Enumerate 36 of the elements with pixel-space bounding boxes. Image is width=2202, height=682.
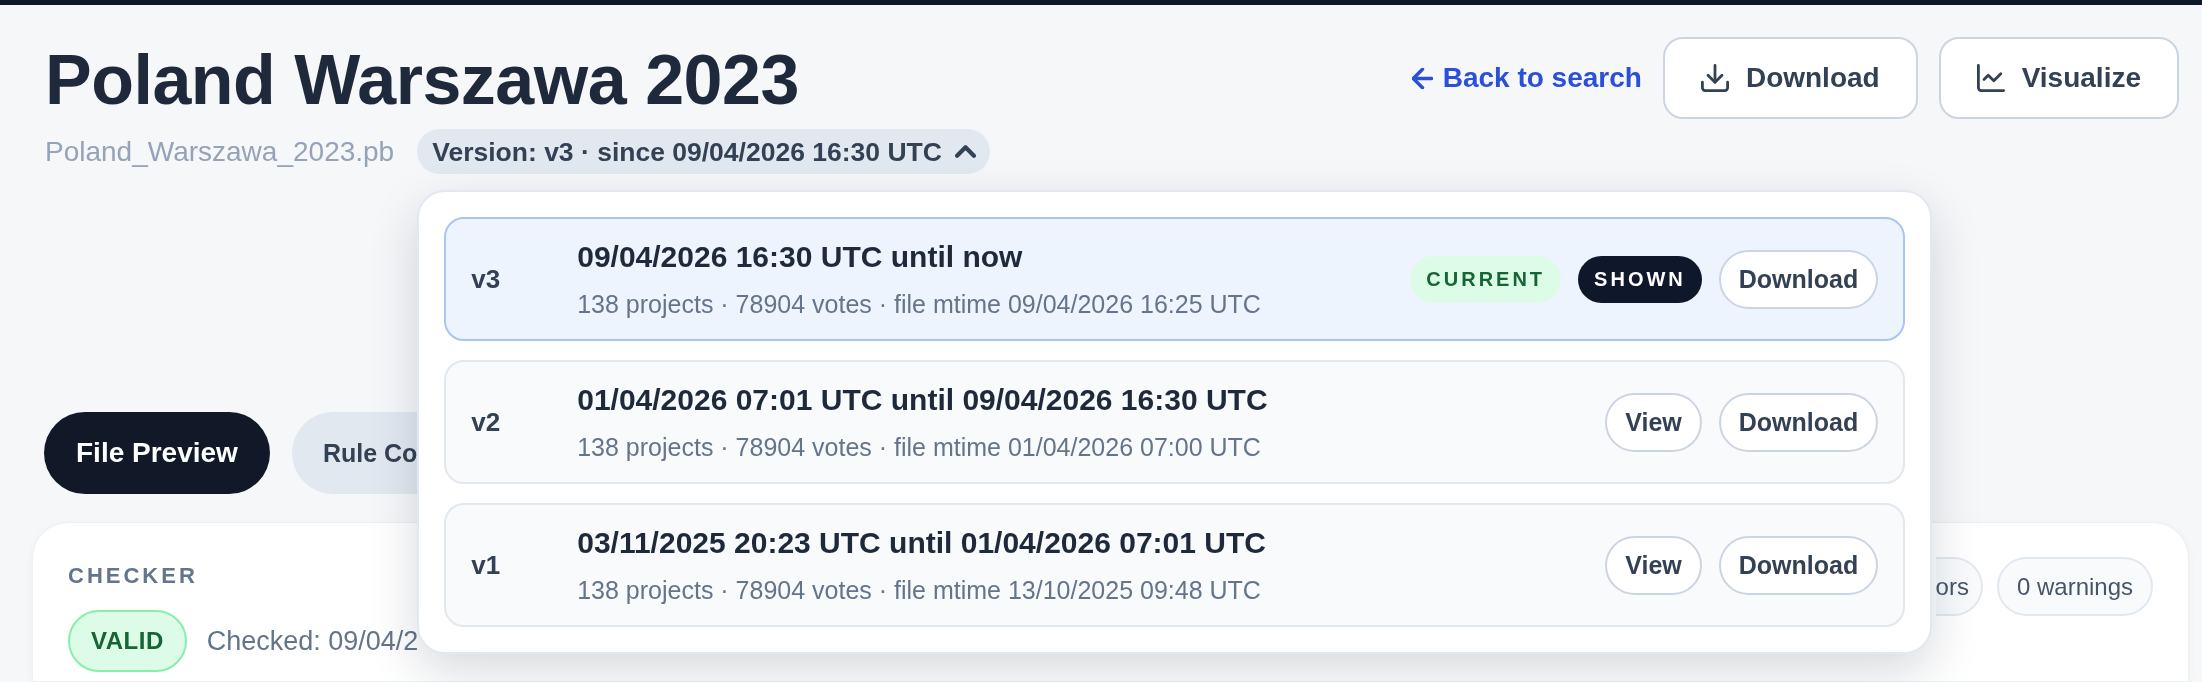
version-range: 09/04/2026 16:30 UTC until now bbox=[577, 239, 1023, 275]
version-label: v1 bbox=[471, 549, 501, 581]
version-range: 01/04/2026 07:01 UTC until 09/04/2026 16:30 UTC bbox=[577, 382, 1268, 418]
status-badge: VALID bbox=[68, 610, 187, 672]
version-details: 138 projects · 78904 votes · file mtime 01/04/2026 07:00 UTC bbox=[577, 432, 1261, 462]
version-row[interactable]: v2 01/04/2026 07:01 UTC until 09/04/2026 16:30 UTC 138 projects · 78904 votes · file mtime 01/04/2026 07:00 UTC View Download bbox=[444, 360, 1906, 484]
current-badge: CURRENT bbox=[1410, 255, 1562, 303]
tab[interactable]: File Preview bbox=[44, 412, 270, 494]
download-icon bbox=[1700, 64, 1729, 92]
section-heading: CHECKER bbox=[68, 562, 198, 590]
download-button[interactable]: Download bbox=[1718, 535, 1879, 595]
version-details: 138 projects · 78904 votes · file mtime 13/10/2025 09:48 UTC bbox=[577, 575, 1261, 605]
count-chip: 0 warnings bbox=[1996, 557, 2153, 616]
checked-timestamp: Checked: 09/04/2 bbox=[206, 625, 419, 657]
version-label: v2 bbox=[471, 406, 501, 438]
download-button[interactable]: Download bbox=[1718, 249, 1879, 309]
visualize-button[interactable]: Visualize bbox=[1938, 37, 2179, 119]
download-button[interactable]: Download bbox=[1718, 392, 1879, 452]
chevron-up-icon bbox=[954, 145, 976, 158]
tab[interactable]: Rule Co bbox=[291, 412, 419, 494]
version-details: 138 projects · 78904 votes · file mtime 09/04/2026 16:25 UTC bbox=[577, 289, 1261, 319]
arrow-left-icon bbox=[1411, 67, 1433, 89]
count-chip: ors bbox=[1935, 557, 1983, 616]
view-button[interactable]: View bbox=[1605, 535, 1702, 595]
version-row[interactable]: v1 03/11/2025 20:23 UTC until 01/04/2026 07:01 UTC 138 projects · 78904 votes · file mtime 13/10/2025 09:48 UTC View Download bbox=[444, 503, 1906, 627]
shown-badge: SHOWN bbox=[1578, 255, 1702, 303]
view-button[interactable]: View bbox=[1605, 392, 1702, 452]
line-chart-icon bbox=[1976, 64, 2005, 92]
page-title: Poland Warszawa 2023 bbox=[45, 45, 799, 115]
file-name: Poland_Warszawa_2023.pb bbox=[45, 134, 395, 169]
version-dropdown-button[interactable]: Version: v3 · since 09/04/2026 16:30 UTC bbox=[417, 129, 990, 174]
version-label: v3 bbox=[471, 263, 501, 295]
back-to-search-link[interactable]: Back to search bbox=[1411, 61, 1642, 95]
download-button[interactable]: Download bbox=[1662, 37, 1918, 119]
version-row[interactable]: v3 09/04/2026 16:30 UTC until now 138 projects · 78904 votes · file mtime 09/04/2026 16:25 UTC CURRENT SHOWN Download bbox=[444, 217, 1906, 341]
version-range: 03/11/2025 20:23 UTC until 01/04/2026 07:01 UTC bbox=[577, 525, 1266, 561]
